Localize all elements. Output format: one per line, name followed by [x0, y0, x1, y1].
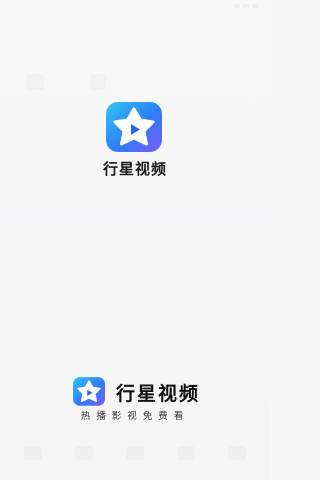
splash-screen: 行星视频 行星视频 热播影视免费看 [0, 0, 270, 480]
bottom-brand: 行星视频 [0, 376, 270, 408]
status-icon [234, 4, 240, 8]
status-icon [243, 4, 249, 8]
app-logo [102, 100, 166, 156]
background-ghost-element [26, 74, 44, 90]
status-icon [252, 4, 258, 8]
app-name-title: 行星视频 [102, 160, 167, 178]
background-ghost-element [177, 446, 195, 460]
background-ghost-row [24, 446, 246, 460]
background-ghost-element [90, 74, 106, 90]
background-ghost-element [228, 446, 246, 460]
background-ghost-element [75, 446, 93, 460]
status-bar [0, 0, 270, 12]
background-ghost-element [24, 446, 42, 460]
app-slogan: 热播影视免费看 [80, 411, 190, 422]
bottom-app-logo [70, 376, 108, 408]
bottom-app-name: 行星视频 [115, 382, 200, 405]
background-ghost-element [126, 446, 144, 460]
star-play-logo-icon [72, 377, 105, 406]
star-play-logo-icon [106, 102, 162, 152]
